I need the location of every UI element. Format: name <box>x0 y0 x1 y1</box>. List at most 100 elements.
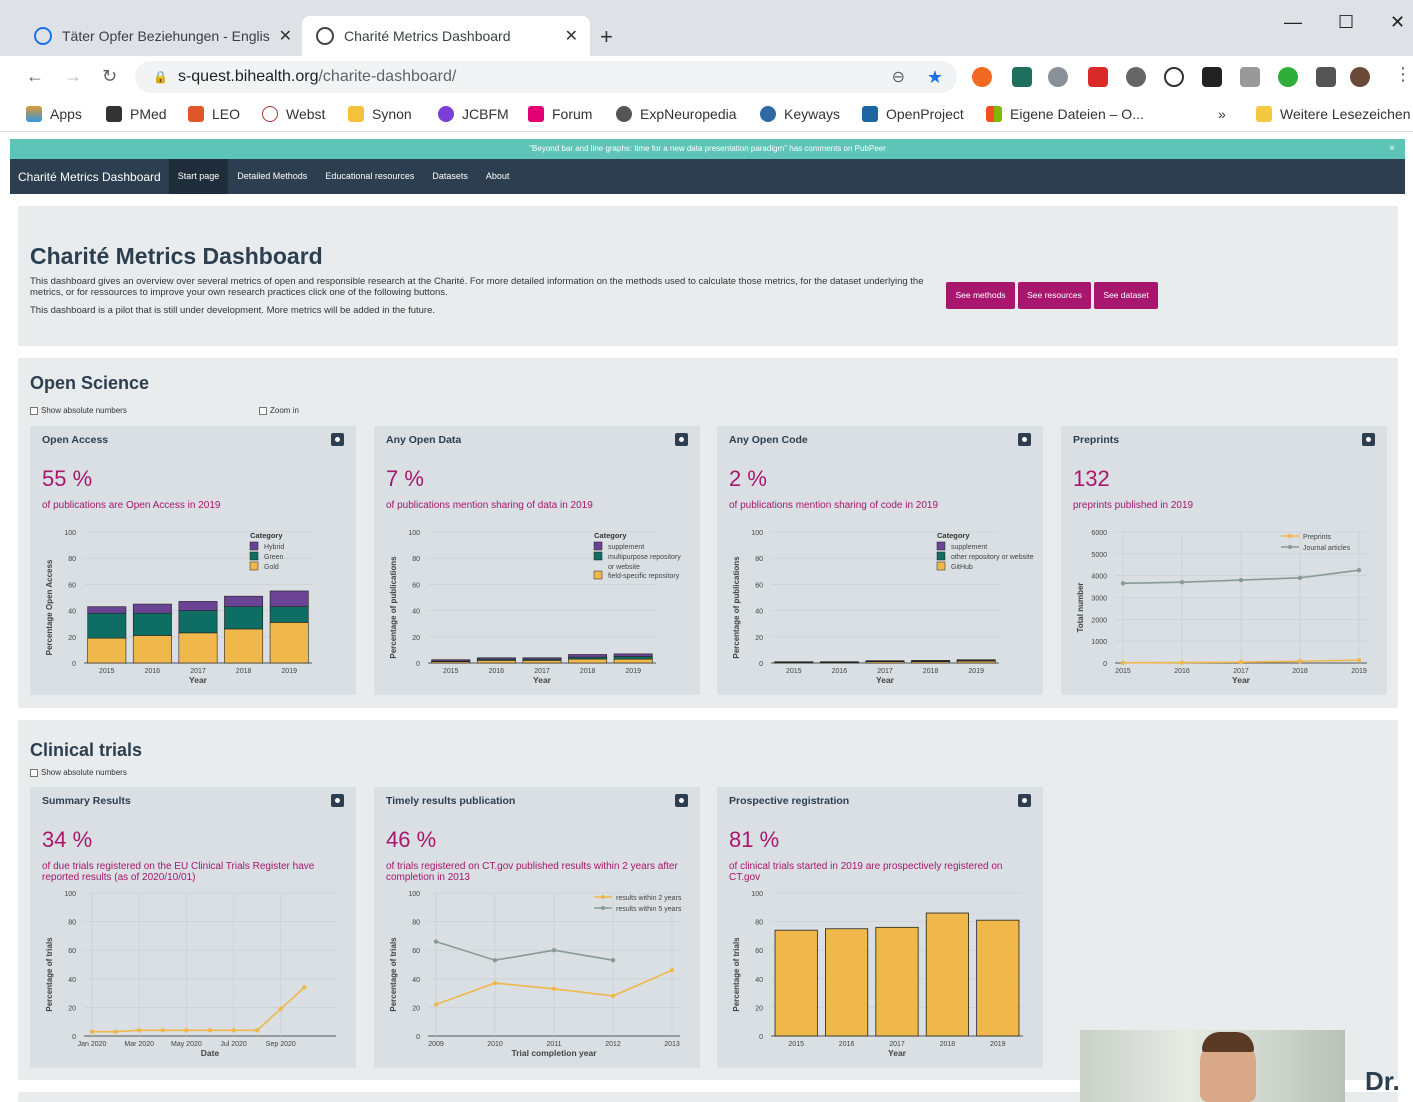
close-icon[interactable]: × <box>1389 139 1395 159</box>
bookmark-pmed[interactable]: PMed <box>106 106 167 122</box>
metric-card: Prospective registration 81 % of clinical … <box>717 787 1043 1068</box>
nav-start-page[interactable]: Start page <box>168 159 229 194</box>
tick-label: 2015 <box>1115 668 1131 675</box>
tick-label: 60 <box>755 582 763 589</box>
bar-segment <box>613 658 653 664</box>
lock-icon: 🔒 <box>153 70 168 84</box>
bookmark-icon <box>348 106 364 122</box>
chart: Percentage of trials 0 20 40 60 80 100 Year 2015… <box>732 891 1023 1058</box>
info-icon[interactable] <box>331 433 344 446</box>
info-icon[interactable] <box>331 794 344 807</box>
bookmark-jcbfm[interactable]: JCBFM <box>438 106 509 122</box>
puzzle-icon[interactable] <box>1316 67 1336 87</box>
reload-icon[interactable]: ↻ <box>102 66 117 87</box>
metric-value: 7 % <box>386 466 424 491</box>
tick-label: 80 <box>755 556 763 563</box>
extension-icon[interactable] <box>1202 67 1222 87</box>
close-tab-icon[interactable]: ✕ <box>279 26 292 46</box>
nav-brand[interactable]: Charité Metrics Dashboard <box>18 170 161 184</box>
back-icon[interactable]: ← <box>26 66 44 87</box>
show-absolute-checkbox[interactable]: Show absolute numbers <box>30 768 127 777</box>
bookmark-eigene-dateien[interactable]: Eigene Dateien – O... <box>986 106 1144 122</box>
bookmark-leo[interactable]: LEO <box>188 106 240 122</box>
bookmark-webst[interactable]: Webst <box>262 106 325 122</box>
tick-label: Sep 2020 <box>266 1041 296 1048</box>
zoom-in-checkbox[interactable]: Zoom in <box>259 406 299 415</box>
see-resources-button[interactable]: See resources <box>1018 282 1091 309</box>
bar-segment <box>178 632 218 664</box>
extension-icon[interactable] <box>1012 67 1032 87</box>
bar-segment <box>431 659 471 662</box>
info-icon[interactable] <box>1362 433 1375 446</box>
bookmark-synon[interactable]: Synon <box>348 106 412 122</box>
show-absolute-checkbox[interactable]: Show absolute numbers <box>30 406 127 415</box>
maximize-icon[interactable]: ☐ <box>1338 12 1354 33</box>
axis-label: Year <box>189 675 208 685</box>
avatar[interactable] <box>1350 67 1370 87</box>
menu-icon[interactable]: ⋮ <box>1394 64 1412 85</box>
apps-grid-icon <box>26 106 42 122</box>
bookmark-forum[interactable]: Forum <box>528 106 592 122</box>
tick-label: 1000 <box>1091 639 1107 646</box>
chart: Percentage of trials 0 20 40 60 80 100 Date Jan … <box>45 891 336 1058</box>
bar-segment <box>224 628 264 664</box>
nav-educational-resources[interactable]: Educational resources <box>316 159 423 194</box>
globe-icon <box>316 27 334 45</box>
tick-label: 2015 <box>443 668 459 675</box>
extension-icon[interactable] <box>972 67 992 87</box>
browser-tab[interactable]: Täter Opfer Beziehungen - Englis ✕ <box>22 16 304 56</box>
tick-label: 100 <box>408 530 420 537</box>
nav-about[interactable]: About <box>477 159 519 194</box>
extension-icon[interactable] <box>1164 67 1184 87</box>
data-point <box>433 1002 439 1007</box>
tick-label: 0 <box>72 661 76 668</box>
bookmark-keyways[interactable]: Keyways <box>760 106 840 122</box>
bookmark-apps[interactable]: Apps <box>26 106 82 122</box>
info-icon[interactable] <box>675 794 688 807</box>
nav-datasets[interactable]: Datasets <box>423 159 477 194</box>
data-point <box>1238 577 1244 583</box>
nav-detailed-methods[interactable]: Detailed Methods <box>228 159 316 194</box>
info-icon[interactable] <box>1018 794 1031 807</box>
legend-label: GitHub <box>951 564 973 571</box>
bookmark-expneuropedia[interactable]: ExpNeuropedia <box>616 106 737 122</box>
tick-label: 2019 <box>1351 668 1367 675</box>
legend-label: other repository or website <box>951 554 1034 561</box>
zoom-icon[interactable]: ⊖ <box>892 67 905 87</box>
new-tab-icon[interactable]: + <box>600 24 613 50</box>
minimize-icon[interactable]: — <box>1284 12 1302 33</box>
tick-label: 2016 <box>489 668 505 675</box>
url-host: s-quest.bihealth.org <box>177 68 319 85</box>
evernote-icon[interactable] <box>1278 67 1298 87</box>
extension-icon[interactable] <box>1088 67 1108 87</box>
info-icon[interactable] <box>675 433 688 446</box>
info-icon[interactable] <box>1018 433 1031 446</box>
bar-segment <box>87 606 127 614</box>
card-title: Timely results publication <box>386 795 516 807</box>
tick-label: 2017 <box>534 668 550 675</box>
close-window-icon[interactable]: ✕ <box>1390 12 1405 33</box>
close-tab-icon[interactable]: ✕ <box>565 26 578 46</box>
tick-label: 60 <box>68 582 76 589</box>
data-point <box>1238 659 1244 665</box>
extension-icon[interactable] <box>1126 67 1146 87</box>
series-line <box>435 940 614 962</box>
address-bar[interactable]: 🔒 s-quest.bihealth.org/charite-dashboard/… <box>135 61 957 93</box>
browser-tab-active[interactable]: Charité Metrics Dashboard ✕ <box>302 16 590 56</box>
bar-segment <box>522 660 562 664</box>
other-bookmarks[interactable]: Weitere Lesezeichen <box>1256 106 1410 122</box>
bookmarks-overflow[interactable]: » <box>1218 106 1226 122</box>
tick-label: Jan 2020 <box>78 1041 107 1048</box>
pubpeer-banner[interactable]: "Beyond bar and line graphs: time for a … <box>10 139 1405 159</box>
extension-icon[interactable] <box>1048 67 1068 87</box>
see-dataset-button[interactable]: See dataset <box>1094 282 1158 309</box>
bookmark-openproject[interactable]: OpenProject <box>862 106 964 122</box>
tick-label: 0 <box>759 661 763 668</box>
extension-icon[interactable] <box>1240 67 1260 87</box>
see-methods-button[interactable]: See methods <box>946 282 1015 309</box>
tick-label: 80 <box>68 920 76 927</box>
star-icon[interactable]: ★ <box>927 67 943 88</box>
forward-icon[interactable]: → <box>64 66 82 87</box>
metric-value: 132 <box>1073 466 1110 491</box>
tick-label: 60 <box>68 948 76 955</box>
